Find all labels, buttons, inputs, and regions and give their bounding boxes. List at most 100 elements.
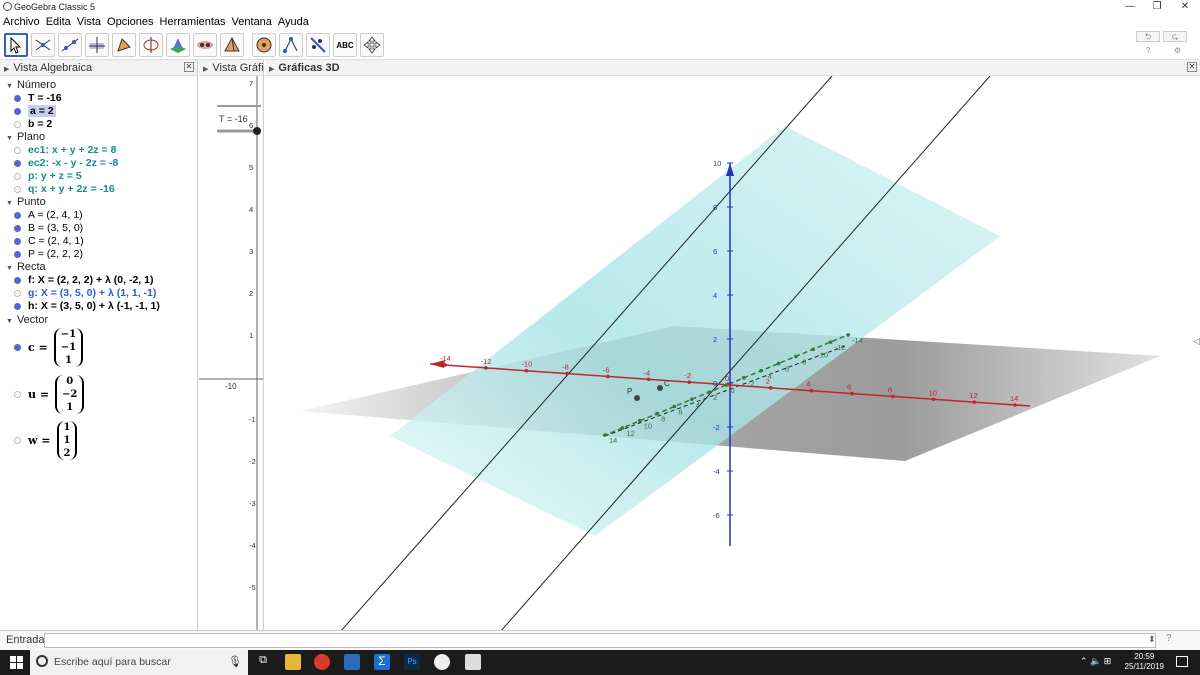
group-numero[interactable]: ▼ Número [6, 79, 56, 91]
graphics-3d-canvas[interactable]: -14 -12 -10 -8 -6 -4 -2 0 2 4 6 8 10 12 14 14 12 10 8 6 4 2 0 -… [265, 76, 1200, 630]
text-tool-button[interactable]: ABC [333, 33, 357, 57]
menu-opciones[interactable]: Opciones [107, 16, 153, 28]
algebra-item[interactable]: h: X = (3, 5, 0) + λ (-1, -1, 1) [14, 300, 160, 312]
task-view-icon[interactable]: ⧉ [255, 654, 271, 670]
algebra-item[interactable]: ec2: -x - y - 2z = -8 [14, 157, 118, 169]
window-title: GeoGebra Classic 5 [14, 2, 96, 12]
algebra-item[interactable]: g: X = (3, 5, 0) + λ (1, 1, -1) [14, 287, 156, 299]
close-panel-icon[interactable]: ✕ [184, 62, 194, 72]
sigma-app-icon[interactable]: Σ [374, 654, 390, 670]
menu-vista[interactable]: Vista [77, 16, 101, 28]
slider-handle[interactable] [253, 127, 261, 135]
sphere-tool-button[interactable] [252, 33, 276, 57]
tray-icons[interactable]: ⌃ 🔈 ⊞ [1080, 656, 1111, 667]
visibility-toggle-icon[interactable] [14, 289, 21, 297]
visibility-toggle-icon[interactable] [14, 94, 21, 102]
restore-button[interactable]: ❐ [1142, 0, 1172, 14]
collapse-triangle-icon[interactable]: ▶ [269, 66, 274, 73]
visibility-toggle-icon[interactable] [14, 211, 21, 219]
menu-ventana[interactable]: Ventana [232, 16, 272, 28]
settings-gear-icon[interactable]: ⚙ [1174, 46, 1181, 55]
point-p[interactable] [634, 395, 640, 401]
algebra-item[interactable]: q: x + y + 2z = -16 [14, 183, 115, 195]
graphics-2d-canvas[interactable]: T = -16 -10 7 6 5 4 3 2 1 -1 -2 -3 -4 -5 [199, 76, 264, 630]
polygon-tool-button[interactable] [112, 33, 136, 57]
visibility-toggle-icon[interactable] [14, 107, 21, 115]
vector-item[interactable]: u = 0 −2 1 [14, 375, 85, 414]
visibility-toggle-icon[interactable] [14, 302, 21, 310]
windows-start-icon[interactable] [10, 656, 23, 669]
visibility-toggle-icon[interactable] [14, 344, 21, 351]
visibility-toggle-icon[interactable] [14, 237, 21, 245]
algebra-item[interactable]: p: y + z = 5 [14, 170, 82, 182]
microphone-icon[interactable]: 🎙 [228, 655, 242, 668]
reflect-tool-button[interactable] [306, 33, 330, 57]
menu-archivo[interactable]: Archivo [3, 16, 40, 28]
visibility-toggle-icon[interactable] [14, 224, 21, 232]
photos-app-icon[interactable] [465, 654, 481, 670]
visibility-toggle-icon[interactable] [14, 437, 21, 444]
photoshop-icon[interactable]: Ps [404, 654, 420, 670]
help-icon[interactable]: ? [1146, 46, 1150, 55]
graphics-3d-view[interactable]: ▶ Gráficas 3D ✕ -14 -12 -10 -8 -6 -4 -2 0 2 4 [265, 60, 1200, 630]
menu-edita[interactable]: Edita [46, 16, 71, 28]
plane-ec1[interactable] [390, 126, 1000, 536]
perpendicular-tool-button[interactable] [85, 33, 109, 57]
vector-item[interactable]: w = 1 1 2 [14, 421, 78, 460]
angle-tool-button[interactable] [279, 33, 303, 57]
line-tool-button[interactable] [58, 33, 82, 57]
collapse-triangle-icon[interactable]: ▶ [203, 66, 208, 73]
input-field[interactable] [44, 633, 1156, 648]
visibility-toggle-icon[interactable] [14, 250, 21, 258]
minimize-button[interactable]: — [1115, 0, 1145, 14]
visibility-toggle-icon[interactable] [14, 146, 21, 154]
group-vector[interactable]: ▼ Vector [6, 314, 48, 326]
menu-herramientas[interactable]: Herramientas [160, 16, 226, 28]
visibility-toggle-icon[interactable] [14, 276, 21, 284]
graphics-2d-view[interactable]: ▶ Vista Gráfic T = -16 -10 7 6 5 4 3 2 1 -1 -2 -3 -… [199, 60, 264, 630]
side-panel-toggle-icon[interactable]: ◁ [1193, 336, 1200, 347]
undo-button[interactable]: ⮌ [1136, 31, 1160, 42]
taskbar-clock[interactable]: 20:59 25/11/2019 [1125, 652, 1164, 672]
redo-button[interactable]: ⮎ [1163, 31, 1187, 42]
point-tool-button[interactable] [31, 33, 55, 57]
algebra-item[interactable]: P = (2, 2, 2) [14, 248, 83, 260]
algebra-item[interactable]: ec1: x + y + 2z = 8 [14, 144, 116, 156]
intersect-surfaces-tool-button[interactable] [166, 33, 190, 57]
close-panel-icon[interactable]: ✕ [1187, 62, 1197, 72]
pyramid-icon [224, 36, 240, 52]
media-app-icon[interactable] [344, 654, 360, 670]
point-c[interactable] [657, 385, 663, 391]
group-plano[interactable]: ▼ Plano [6, 131, 45, 143]
input-help-icon[interactable]: ? [1166, 633, 1172, 644]
visibility-toggle-icon[interactable] [14, 172, 21, 180]
close-button[interactable]: ✕ [1170, 0, 1200, 14]
circle-tool-button[interactable] [139, 33, 163, 57]
visibility-toggle-icon[interactable] [14, 159, 21, 167]
notifications-icon[interactable] [1176, 656, 1188, 667]
move-tool-button[interactable] [4, 33, 28, 57]
geogebra-taskbar-icon[interactable] [434, 654, 450, 670]
algebra-item[interactable]: a = 2 [14, 105, 56, 117]
algebra-item[interactable]: b = 2 [14, 118, 52, 130]
group-punto[interactable]: ▼ Punto [6, 196, 46, 208]
input-dropdown-icon[interactable]: ⬍ [1148, 634, 1156, 645]
taskbar-search-box[interactable]: Escribe aquí para buscar 🎙 [30, 650, 248, 675]
menu-ayuda[interactable]: Ayuda [278, 16, 309, 28]
vector-item[interactable]: c = −1 −1 1 [14, 328, 84, 367]
group-recta[interactable]: ▼ Recta [6, 261, 46, 273]
algebra-item[interactable]: B = (3, 5, 0) [14, 222, 83, 234]
visibility-toggle-icon[interactable] [14, 391, 21, 398]
algebra-item[interactable]: T = -16 [14, 92, 62, 104]
algebra-item[interactable]: C = (2, 4, 1) [14, 235, 84, 247]
pyramid-tool-button[interactable] [220, 33, 244, 57]
chrome-icon[interactable] [314, 654, 330, 670]
visibility-toggle-icon[interactable] [14, 120, 21, 128]
file-explorer-icon[interactable] [285, 654, 301, 670]
collapse-triangle-icon[interactable]: ▶ [4, 66, 9, 73]
plane-tool-button[interactable] [193, 33, 217, 57]
visibility-toggle-icon[interactable] [14, 185, 21, 193]
rotate-view-tool-button[interactable] [360, 33, 384, 57]
algebra-item[interactable]: f: X = (2, 2, 2) + λ (0, -2, 1) [14, 274, 153, 286]
algebra-item[interactable]: A = (2, 4, 1) [14, 209, 83, 221]
